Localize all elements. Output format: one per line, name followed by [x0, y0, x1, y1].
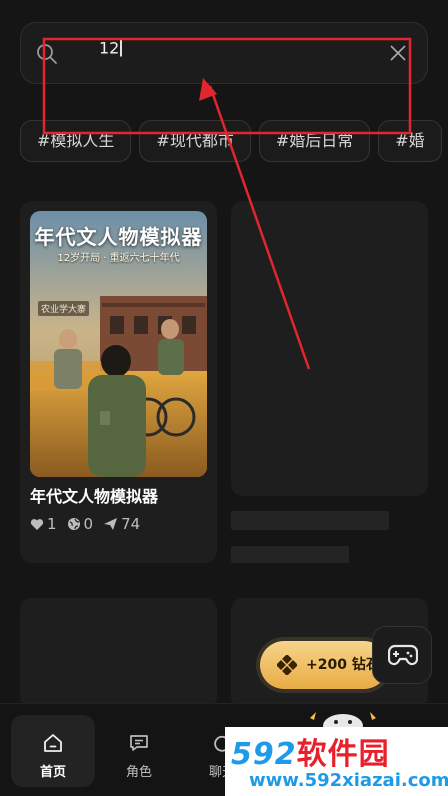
search-bar[interactable]: 12: [20, 22, 428, 84]
share-count: 0: [83, 515, 94, 533]
watermark-url: www.592xiazai.com: [249, 770, 448, 791]
tag-chip[interactable]: #婚: [378, 120, 442, 162]
diamond-icon: [277, 655, 297, 675]
home-icon: [44, 734, 62, 752]
watermark-brand-number: 592: [231, 737, 297, 772]
text-caret: [120, 39, 122, 57]
card-skeleton: [231, 201, 428, 496]
cover-image: 年代文人物模拟器 12岁开局 · 重返六七十年代 农业学大寨: [30, 211, 207, 477]
chat-bubble-icon: [130, 735, 148, 751]
game-fab[interactable]: [372, 626, 432, 684]
watermark: 592软件园 www.592xiazai.com: [225, 727, 448, 796]
watermark-brand-name: 软件园: [296, 737, 390, 772]
send-icon: [104, 518, 118, 530]
globe-icon: [67, 518, 80, 530]
search-input[interactable]: 12: [99, 39, 122, 58]
text-skeleton: [231, 511, 389, 530]
tag-chip[interactable]: #现代都市: [139, 120, 251, 162]
text-skeleton: [231, 546, 349, 563]
like-count: 1: [47, 515, 57, 533]
card-skeleton: [20, 598, 217, 708]
nav-label-role: 角色: [125, 765, 152, 780]
card-stats: 1 0 74: [30, 515, 150, 533]
diamond-reward-button[interactable]: +200 钻石: [260, 641, 388, 689]
nav-item-home[interactable]: 首页: [11, 715, 95, 787]
card-title: 年代文人物模拟器: [30, 487, 159, 506]
story-card[interactable]: 年代文人物模拟器 12岁开局 · 重返六七十年代 农业学大寨 年代文人物模拟器 …: [20, 201, 217, 563]
nav-label-home: 首页: [39, 765, 66, 780]
nav-item-role[interactable]: 角色: [97, 715, 181, 787]
cover-sign: 农业学大寨: [38, 301, 90, 316]
close-icon[interactable]: [389, 44, 407, 62]
search-icon: [37, 44, 57, 64]
gamepad-icon: [388, 644, 418, 666]
play-count: 74: [121, 515, 141, 533]
cover-title: 年代文人物模拟器: [34, 225, 203, 249]
tag-chip[interactable]: #婚后日常: [258, 120, 371, 162]
heart-icon: [30, 518, 44, 530]
tag-row: #模拟人生 #现代都市 #婚后日常 #婚: [20, 120, 448, 164]
diamond-reward-label: +200 钻石: [306, 657, 380, 673]
cover-subtitle: 12岁开局 · 重返六七十年代: [57, 253, 180, 264]
tag-chip[interactable]: #模拟人生: [20, 120, 132, 162]
